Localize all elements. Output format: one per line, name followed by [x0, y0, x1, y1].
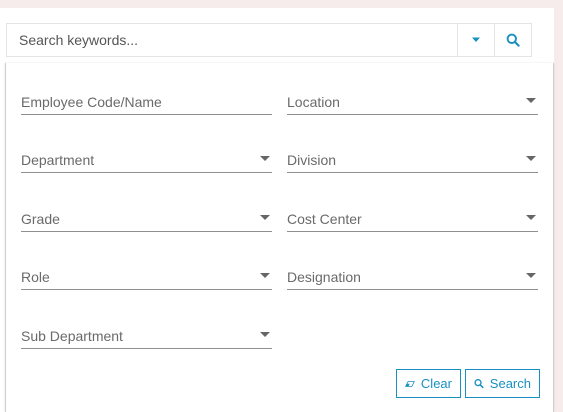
search-icon — [506, 33, 520, 47]
search-icon — [474, 379, 484, 389]
search-button[interactable]: Search — [465, 369, 540, 398]
employee-code-name-label: Employee Code/Name — [21, 93, 162, 110]
role-label: Role — [21, 268, 50, 285]
advanced-filter-panel: Employee Code/Name Location Department D… — [5, 63, 554, 412]
employee-code-name-field[interactable]: Employee Code/Name — [21, 87, 272, 115]
chevron-down-icon — [526, 215, 536, 220]
chevron-down-icon — [260, 332, 270, 337]
eraser-icon — [405, 380, 415, 387]
clear-button[interactable]: Clear — [396, 369, 461, 398]
toggle-filters-button[interactable] — [457, 24, 494, 56]
search-button-label: Search — [489, 376, 531, 391]
clear-button-label: Clear — [420, 376, 452, 391]
designation-select[interactable]: Designation — [287, 262, 538, 290]
cost-center-label: Cost Center — [287, 210, 362, 227]
role-select[interactable]: Role — [21, 262, 272, 290]
grade-label: Grade — [21, 210, 60, 227]
chevron-down-icon — [526, 156, 536, 161]
location-select[interactable]: Location — [287, 87, 538, 115]
division-label: Division — [287, 151, 337, 168]
chevron-down-icon — [526, 98, 536, 103]
page: Employee Code/Name Location Department D… — [0, 0, 563, 412]
grade-select[interactable]: Grade — [21, 204, 272, 232]
sub-department-select[interactable]: Sub Department — [21, 321, 272, 349]
cost-center-select[interactable]: Cost Center — [287, 204, 538, 232]
department-select[interactable]: Department — [21, 145, 272, 173]
chevron-down-icon — [260, 215, 270, 220]
caret-down-icon — [472, 37, 480, 42]
keyword-search-input[interactable] — [7, 24, 457, 56]
division-select[interactable]: Division — [287, 145, 538, 173]
search-bar — [6, 23, 532, 57]
chevron-down-icon — [260, 156, 270, 161]
location-label: Location — [287, 93, 340, 110]
chevron-down-icon — [260, 273, 270, 278]
department-label: Department — [21, 151, 95, 168]
sub-department-label: Sub Department — [21, 327, 123, 344]
chevron-down-icon — [526, 273, 536, 278]
search-icon-button[interactable] — [494, 24, 531, 56]
designation-label: Designation — [287, 268, 361, 285]
